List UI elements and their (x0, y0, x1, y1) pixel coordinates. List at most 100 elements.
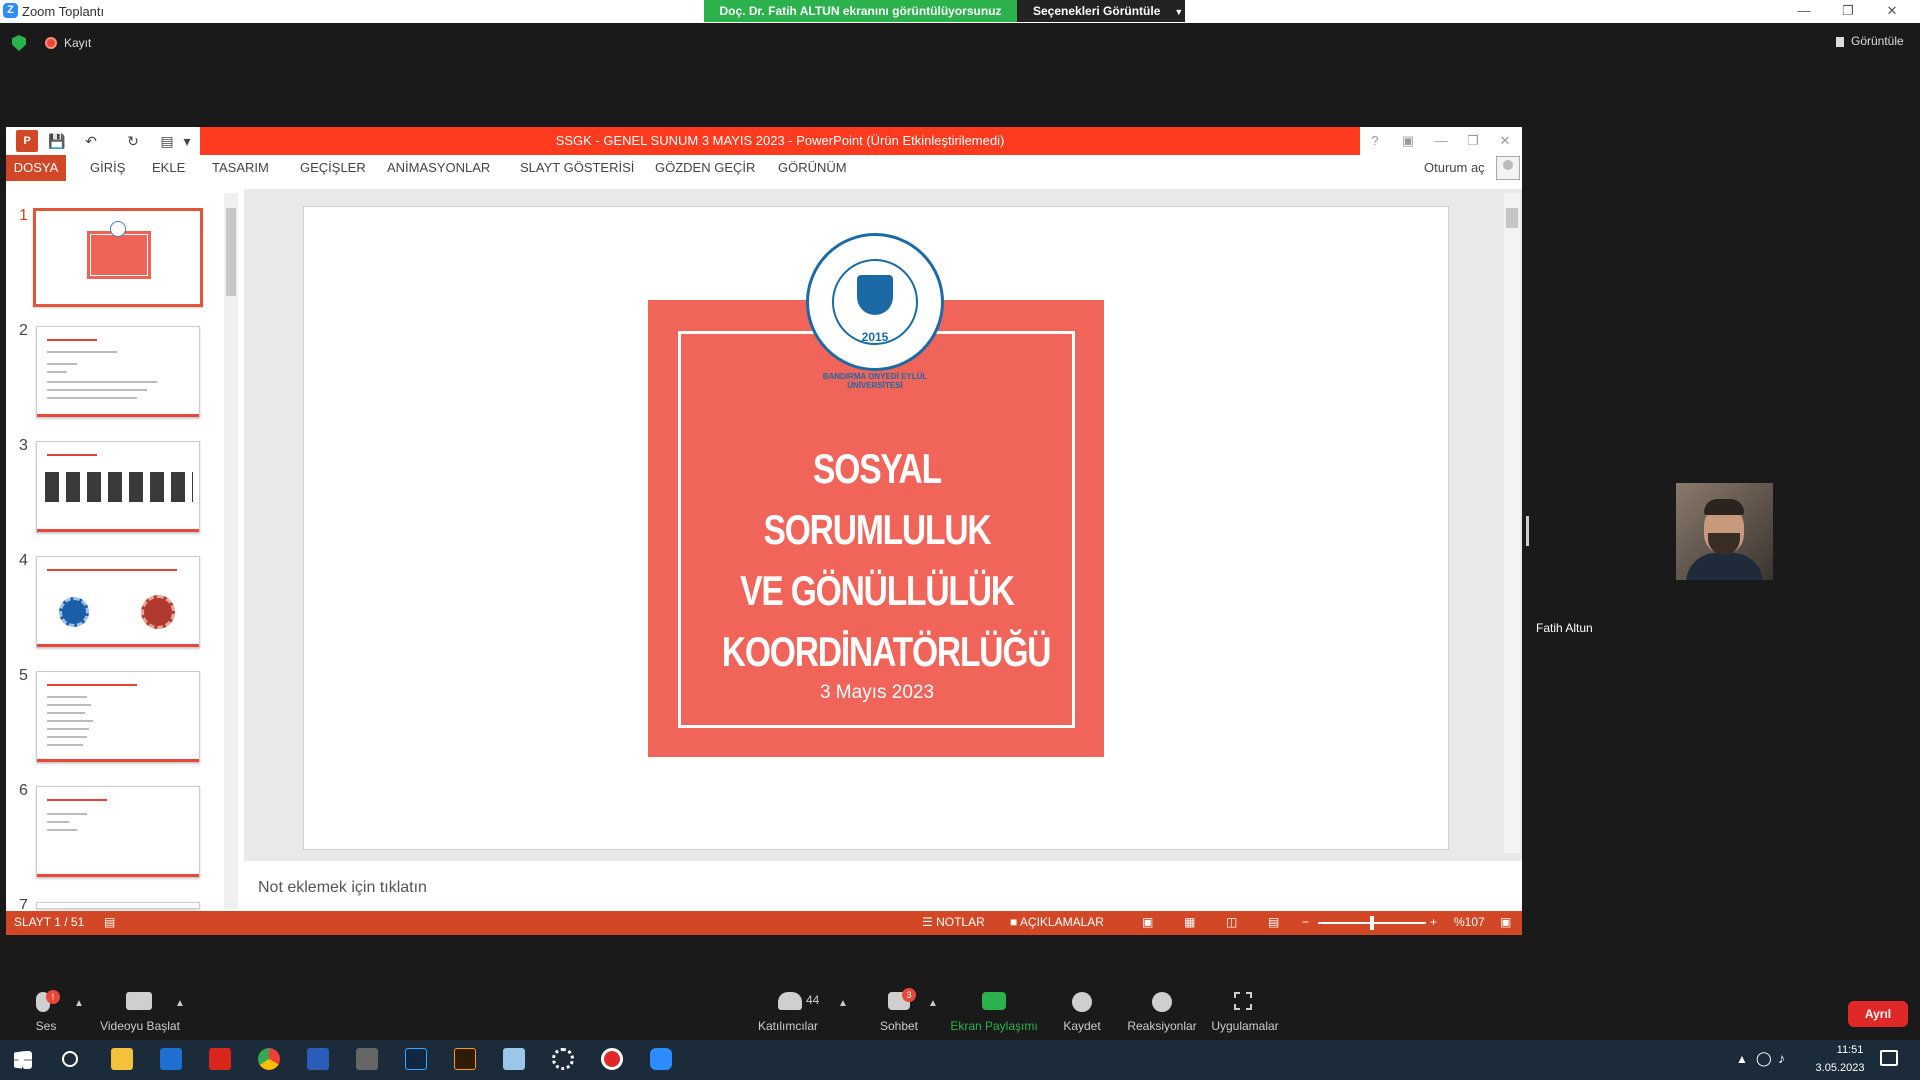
slide-thumbnail-2[interactable] (36, 326, 200, 418)
tray-chevron-up-icon[interactable]: ▲ (1736, 1052, 1748, 1066)
screen-recorder-icon[interactable] (601, 1048, 623, 1070)
settings-icon[interactable] (552, 1048, 574, 1070)
save-icon[interactable]: 💾 (46, 130, 68, 152)
zoom-top-bar (0, 23, 1920, 63)
volume-icon[interactable]: ♪ (1778, 1050, 1785, 1066)
leave-button[interactable]: Ayrıl (1848, 1001, 1908, 1027)
participants-icon[interactable] (778, 992, 802, 1010)
file-explorer-icon[interactable] (111, 1048, 133, 1070)
fit-to-window-icon[interactable]: ▣ (1500, 915, 1511, 929)
tab-insert[interactable]: EKLE (152, 160, 185, 175)
tab-home[interactable]: GİRİŞ (90, 160, 125, 175)
slide-thumbnail-7[interactable] (36, 902, 200, 909)
slide-sorter-icon[interactable]: ▦ (1184, 915, 1195, 929)
close-icon[interactable]: ✕ (1870, 0, 1914, 22)
search-icon[interactable] (62, 1051, 78, 1067)
user-avatar-icon[interactable] (1496, 156, 1520, 180)
share-screen-icon[interactable] (982, 992, 1006, 1010)
spellcheck-icon[interactable]: ▤ (104, 915, 115, 929)
photoshop-icon[interactable] (405, 1048, 427, 1070)
recording-label: Kayıt (64, 36, 92, 50)
slide-thumbnail-3[interactable] (36, 441, 200, 533)
zoom-app-icon[interactable] (650, 1048, 672, 1070)
participants-label[interactable]: Katılımcılar (752, 1019, 824, 1033)
record-icon[interactable] (1072, 992, 1092, 1012)
screen-share-banner: Doç. Dr. Fatih ALTUN ekranını görüntülüy… (704, 0, 1017, 22)
restore-icon[interactable]: ❐ (1826, 0, 1870, 22)
tab-review[interactable]: GÖZDEN GEÇİR (655, 160, 755, 175)
zoom-out-icon[interactable]: − (1302, 915, 1309, 929)
slide-date[interactable]: 3 Mayıs 2023 (683, 682, 1071, 704)
network-globe-icon[interactable]: ◯ (1756, 1050, 1772, 1067)
ppt-restore-icon[interactable]: ❐ (1460, 130, 1486, 152)
reading-view-icon[interactable]: ◫ (1226, 915, 1237, 929)
tab-animations[interactable]: ANİMASYONLAR (387, 160, 490, 175)
reactions-label[interactable]: Reaksiyonlar (1124, 1019, 1200, 1033)
ribbon-display-icon[interactable]: ▣ (1395, 130, 1421, 152)
university-logo-text: BANDIRMA ONYEDİ EYLÜL ÜNİVERSİTESİ (822, 372, 928, 390)
notifications-icon[interactable] (1880, 1050, 1898, 1066)
slide-thumbnail-5[interactable] (36, 671, 200, 763)
video-off-icon[interactable] (126, 992, 152, 1010)
notes-button[interactable]: ☰ NOTLAR (922, 915, 985, 929)
customize-toolbar-icon[interactable]: ▾ (182, 130, 192, 152)
tab-slideshow[interactable]: SLAYT GÖSTERİSİ (520, 160, 634, 175)
share-screen-label[interactable]: Ekran Paylaşımı (948, 1019, 1040, 1033)
tab-transitions[interactable]: GEÇİŞLER (300, 160, 366, 175)
slideshow-view-icon[interactable]: ▤ (1268, 915, 1279, 929)
normal-view-icon[interactable]: ▣ (1142, 915, 1153, 929)
record-label[interactable]: Kaydet (1054, 1019, 1110, 1033)
slide-thumbnail-4[interactable] (36, 556, 200, 648)
notes-placeholder[interactable]: Not eklemek için tıklatın (258, 879, 427, 897)
slide-scrollbar-thumb[interactable] (1506, 208, 1518, 228)
redo-icon[interactable]: ↻ (122, 130, 144, 152)
video-editor-icon[interactable] (356, 1048, 378, 1070)
chrome-icon[interactable] (258, 1048, 280, 1070)
view-button[interactable]: Görüntüle (1851, 34, 1904, 48)
zoom-level[interactable]: %107 (1454, 915, 1485, 929)
slide-title[interactable]: SOSYAL SORUMLULUK VE GÖNÜLLÜLÜK KOORDİNA… (722, 438, 1052, 682)
apps-label[interactable]: Uygulamalar (1206, 1019, 1284, 1033)
tab-view[interactable]: GÖRÜNÜM (778, 160, 847, 175)
illustrator-icon[interactable] (454, 1048, 476, 1070)
comments-button[interactable]: ■ AÇIKLAMALAR (1010, 915, 1104, 929)
participant-video[interactable] (1676, 483, 1773, 580)
clock-date[interactable]: 3.05.2023 (1810, 1062, 1870, 1074)
panel-divider[interactable] (1526, 516, 1529, 546)
zoom-slider-handle[interactable] (1370, 916, 1374, 930)
slide-scrollbar[interactable] (1504, 193, 1520, 853)
help-icon[interactable]: ? (1362, 130, 1388, 152)
acrobat-icon[interactable] (209, 1048, 231, 1070)
notepad-icon[interactable] (503, 1048, 525, 1070)
word-icon[interactable] (307, 1048, 329, 1070)
thumbnail-scrollbar[interactable] (224, 193, 238, 909)
comments-label: AÇIKLAMALAR (1019, 915, 1104, 929)
window-app-icon[interactable] (160, 1048, 182, 1070)
slide-thumbnail-1[interactable] (33, 208, 203, 307)
apps-icon[interactable] (1234, 992, 1252, 1010)
chat-caret[interactable]: ▲ (928, 998, 938, 1009)
powerpoint-title: SSGK - GENEL SUNUM 3 MAYIS 2023 - PowerP… (555, 133, 1005, 148)
undo-icon[interactable]: ↶ (80, 130, 102, 152)
video-options-caret[interactable]: ▲ (175, 998, 185, 1009)
thumbnail-scrollbar-thumb[interactable] (226, 208, 236, 296)
slide-thumbnail-6[interactable] (36, 786, 200, 878)
audio-options-caret[interactable]: ▲ (74, 998, 84, 1009)
ppt-minimize-icon[interactable]: — (1428, 130, 1454, 152)
minimize-icon[interactable]: — (1782, 0, 1826, 22)
zoom-in-icon[interactable]: + (1430, 915, 1437, 929)
view-options-button[interactable]: Seçenekleri Görüntüle ▼ (1017, 0, 1185, 22)
chat-label[interactable]: Sohbet (872, 1019, 926, 1033)
start-video-label[interactable]: Videoyu Başlat (95, 1019, 185, 1033)
notes-pane[interactable] (244, 871, 1522, 911)
ppt-close-icon[interactable]: ✕ (1492, 130, 1518, 152)
audio-label[interactable]: Ses (26, 1019, 66, 1033)
tab-file[interactable]: DOSYA (6, 155, 66, 181)
reactions-icon[interactable] (1152, 992, 1172, 1012)
start-slideshow-icon[interactable]: ▤ (156, 130, 178, 152)
participants-caret[interactable]: ▲ (838, 998, 848, 1009)
signin-link[interactable]: Oturum aç (1424, 160, 1485, 175)
slide-number: 3 (19, 437, 28, 454)
clock-time[interactable]: 11:51 (1820, 1044, 1880, 1056)
tab-design[interactable]: TASARIM (212, 160, 269, 175)
